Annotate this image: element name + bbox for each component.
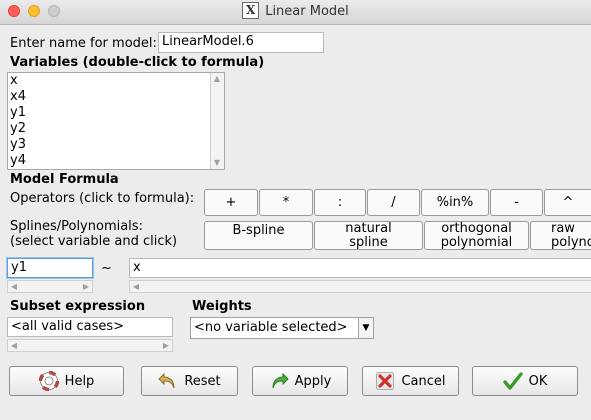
model-name-label: Enter name for model:: [10, 36, 157, 51]
raw-polynomial-label-1: raw: [551, 221, 575, 236]
apply-button[interactable]: Apply: [252, 366, 348, 396]
list-item[interactable]: y3: [8, 137, 210, 153]
splines-sublabel: (select variable and click): [10, 234, 178, 249]
list-item[interactable]: y1: [8, 105, 210, 121]
operators-label: Operators (click to formula):: [10, 191, 195, 206]
scroll-right-icon[interactable]: ▶: [160, 341, 172, 351]
help-button[interactable]: Help: [9, 366, 124, 396]
operator-slash-button[interactable]: /: [367, 189, 420, 216]
natural-spline-button[interactable]: natural spline: [314, 221, 423, 250]
tilde-label: ~: [101, 261, 112, 276]
weights-combobox[interactable]: <no variable selected> ▼: [190, 317, 374, 339]
scroll-down-icon[interactable]: ▼: [211, 158, 223, 168]
model-formula-label: Model Formula: [10, 172, 119, 187]
list-item[interactable]: y4: [8, 153, 210, 169]
orthogonal-polynomial-label-1: orthogonal: [441, 221, 512, 236]
lifebuoy-icon: [38, 370, 59, 392]
model-name-input[interactable]: LinearModel.6: [158, 32, 324, 53]
operator-colon-button[interactable]: :: [314, 189, 366, 216]
variables-label: Variables (double-click to formula): [10, 55, 265, 70]
scroll-left-icon[interactable]: ◀: [8, 341, 20, 351]
operator-times-button[interactable]: *: [259, 189, 313, 216]
weights-selected-value: <no variable selected>: [194, 320, 348, 335]
green-check-icon: [502, 371, 523, 391]
subset-label: Subset expression: [10, 299, 146, 314]
natural-spline-label-1: natural: [345, 221, 392, 236]
lhs-input[interactable]: y1: [7, 258, 93, 278]
dropdown-arrow-icon[interactable]: ▼: [358, 318, 373, 338]
rhs-input[interactable]: x: [129, 258, 591, 278]
reset-button[interactable]: Reset: [141, 366, 238, 396]
scroll-up-icon[interactable]: ▲: [211, 74, 223, 84]
variables-listbox[interactable]: x x4 y1 y2 y3 y4 ▲ ▼: [7, 72, 225, 170]
operator-power-button[interactable]: ^: [544, 189, 591, 216]
cancel-button[interactable]: Cancel: [362, 366, 459, 396]
operator-plus-button[interactable]: +: [204, 189, 258, 216]
weights-label: Weights: [192, 299, 252, 314]
window-title: X Linear Model: [0, 2, 591, 19]
orthogonal-polynomial-button[interactable]: orthogonal polynomial: [424, 221, 529, 250]
natural-spline-label-2: spline: [349, 234, 388, 250]
operator-minus-button[interactable]: -: [490, 189, 543, 216]
lhs-scrollbar[interactable]: ◀ ▶: [7, 280, 93, 293]
apply-button-label: Apply: [294, 373, 332, 389]
ok-button[interactable]: OK: [472, 366, 578, 396]
cancel-button-label: Cancel: [401, 373, 446, 389]
help-button-label: Help: [64, 373, 95, 389]
variables-scrollbar[interactable]: ▲ ▼: [210, 73, 224, 169]
title-bar[interactable]: X Linear Model: [0, 0, 591, 25]
subset-scrollbar[interactable]: ◀ ▶: [7, 339, 173, 352]
subset-input[interactable]: <all valid cases>: [7, 317, 173, 337]
x11-icon: X: [242, 2, 260, 19]
red-x-icon: [375, 371, 395, 391]
bspline-label: B-spline: [232, 223, 285, 238]
bspline-button[interactable]: B-spline: [204, 221, 313, 250]
reset-button-label: Reset: [184, 373, 221, 389]
list-item[interactable]: y2: [8, 121, 210, 137]
scroll-left-icon[interactable]: ◀: [130, 282, 142, 292]
undo-arrow-icon: [158, 371, 178, 391]
rhs-scrollbar[interactable]: ◀: [129, 280, 591, 293]
raw-polynomial-button[interactable]: raw polyno: [530, 221, 591, 250]
scroll-left-icon[interactable]: ◀: [8, 282, 20, 292]
list-item[interactable]: x4: [8, 89, 210, 105]
redo-arrow-icon: [269, 371, 289, 391]
raw-polynomial-label-2: polyno: [551, 234, 591, 250]
splines-label: Splines/Polynomials:: [10, 219, 143, 234]
ok-button-label: OK: [528, 373, 548, 389]
list-item[interactable]: x: [8, 73, 210, 89]
operator-in-button[interactable]: %in%: [421, 189, 489, 216]
scroll-right-icon[interactable]: ▶: [80, 282, 92, 292]
orthogonal-polynomial-label-2: polynomial: [440, 234, 513, 250]
